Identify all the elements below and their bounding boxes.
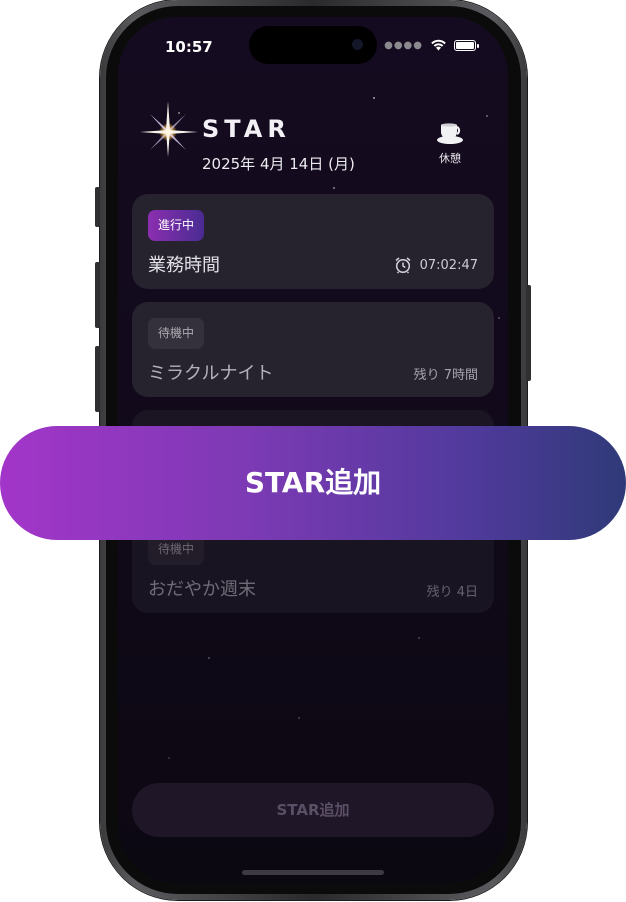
status-bar: 10:57 ●●●● xyxy=(118,17,508,73)
card-timer: 07:02:47 xyxy=(394,256,478,274)
rest-label: 休憩 xyxy=(439,152,461,165)
status-time: 10:57 xyxy=(165,38,213,56)
remaining-time: 残り 4日 xyxy=(426,585,478,600)
timer-value: 07:02:47 xyxy=(419,257,478,273)
add-star-button-disabled[interactable]: STAR追加 xyxy=(132,783,494,837)
add-star-button[interactable]: STAR追加 xyxy=(0,426,626,540)
card-title: ミラクルナイト xyxy=(148,363,274,384)
card-title: おだやか週末 xyxy=(148,579,256,600)
status-icons: ●●●● xyxy=(384,39,479,51)
status-badge: 進行中 xyxy=(148,210,205,241)
power-button xyxy=(526,285,531,381)
dynamic-island xyxy=(249,26,377,64)
card-title: 業務時間 xyxy=(148,255,220,276)
volume-up-button xyxy=(95,262,100,328)
cellular-signal-icon: ●●●● xyxy=(384,39,423,51)
front-camera xyxy=(352,39,363,50)
mute-switch xyxy=(95,187,100,227)
alarm-clock-icon xyxy=(395,257,411,274)
star-logo-icon xyxy=(140,101,198,157)
volume-down-button xyxy=(95,346,100,412)
rest-button[interactable]: 休憩 xyxy=(430,119,470,165)
home-indicator xyxy=(242,870,384,875)
current-date: 2025年 4月 14日 (月) xyxy=(202,155,355,173)
star-card-active[interactable]: 進行中 業務時間 07:02:47 xyxy=(132,194,494,289)
battery-icon xyxy=(454,39,479,51)
wifi-icon xyxy=(431,39,446,51)
status-badge: 待機中 xyxy=(148,318,205,349)
app-header: STAR 2025年 4月 14日 (月) 休憩 xyxy=(118,97,508,177)
app-title: STAR xyxy=(202,115,291,143)
remaining-time: 残り 7時間 xyxy=(413,368,478,383)
star-card-waiting[interactable]: 待機中 ミラクルナイト 残り 7時間 xyxy=(132,302,494,397)
coffee-cup-icon xyxy=(437,123,463,144)
